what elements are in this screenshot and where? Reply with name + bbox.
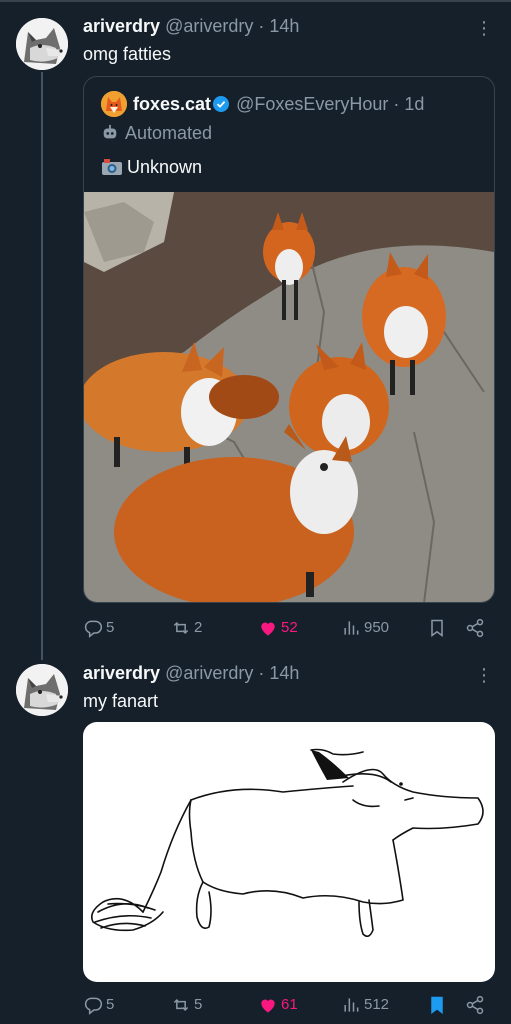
bookmark-button[interactable]: [427, 616, 450, 640]
views-count: 512: [364, 996, 390, 1013]
robot-icon: [103, 124, 117, 139]
tweet-text: omg fatties: [83, 44, 172, 64]
like-count: 61: [281, 996, 298, 1013]
verified-badge-icon: [213, 95, 230, 112]
tweet-text: my fanart: [83, 691, 159, 711]
more-vertical-icon: ⋮: [475, 18, 493, 38]
quoted-display-name[interactable]: foxes.cat: [133, 94, 211, 114]
more-options-button[interactable]: ⋮: [474, 18, 494, 38]
reply-icon: [84, 997, 103, 1015]
timestamp[interactable]: · 14h: [258, 16, 299, 36]
camera-emoji-icon: [101, 158, 123, 176]
wolf-avatar-icon: [16, 664, 68, 716]
share-icon: [466, 618, 484, 638]
share-button[interactable]: [465, 616, 488, 640]
like-count: 52: [281, 619, 298, 636]
automated-label: Automated: [101, 122, 212, 144]
bookmark-icon: [431, 996, 443, 1014]
thread-connector-line: [41, 72, 43, 660]
handle[interactable]: @ariverdry: [165, 16, 253, 36]
quoted-avatar[interactable]: [101, 91, 127, 117]
repost-count: 5: [194, 996, 203, 1013]
share-button[interactable]: [465, 993, 488, 1017]
more-vertical-icon: ⋮: [475, 665, 493, 685]
reply-count: 5: [106, 996, 115, 1013]
quoted-text-content: Unknown: [127, 157, 203, 177]
display-name[interactable]: ariverdry: [83, 16, 160, 36]
fanart-image[interactable]: [83, 722, 495, 982]
share-icon: [466, 995, 484, 1015]
views-icon: [344, 998, 359, 1012]
quoted-text: Unknown: [101, 156, 202, 178]
fox-avatar-icon: [101, 91, 127, 117]
tweet-header: ariverdry @ariverdry · 14h: [83, 662, 299, 684]
bookmark-button[interactable]: [427, 993, 450, 1017]
like-button[interactable]: 52: [258, 616, 298, 640]
display-name[interactable]: ariverdry: [83, 663, 160, 683]
reply-count: 5: [106, 619, 115, 636]
reply-button[interactable]: 5: [83, 616, 114, 640]
more-options-button[interactable]: ⋮: [474, 665, 494, 685]
quoted-tweet[interactable]: foxes.cat @FoxesEveryHour · 1d Automated…: [83, 76, 495, 603]
quoted-handle[interactable]: @FoxesEveryHour: [236, 94, 388, 114]
bookmark-icon: [431, 619, 443, 637]
repost-count: 2: [194, 619, 203, 636]
like-button[interactable]: 61: [258, 993, 298, 1017]
tweet-actions: 5 2 52 950: [83, 616, 495, 640]
heart-icon: [261, 999, 275, 1013]
tweet-actions: 5 5 61 512: [83, 993, 495, 1017]
quoted-header: foxes.cat @FoxesEveryHour · 1d: [133, 93, 424, 115]
reply-icon: [84, 620, 103, 638]
repost-button[interactable]: 2: [171, 616, 202, 640]
top-divider: [0, 0, 511, 2]
fox-drawing: [90, 748, 484, 938]
wolf-avatar-icon: [16, 18, 68, 70]
repost-icon: [173, 621, 189, 635]
views-icon: [344, 621, 359, 635]
automated-text: Automated: [125, 123, 213, 143]
repost-icon: [173, 998, 189, 1012]
avatar[interactable]: [16, 664, 68, 716]
foxes-image: [84, 192, 494, 602]
heart-icon: [261, 622, 275, 636]
fox-photo[interactable]: [84, 192, 494, 602]
timestamp[interactable]: · 14h: [258, 663, 299, 683]
tweet-header: ariverdry @ariverdry · 14h: [83, 15, 299, 37]
views-button[interactable]: 512: [341, 993, 389, 1017]
quoted-timestamp[interactable]: · 1d: [393, 94, 424, 114]
avatar[interactable]: [16, 18, 68, 70]
repost-button[interactable]: 5: [171, 993, 202, 1017]
views-count: 950: [364, 619, 390, 636]
reply-button[interactable]: 5: [83, 993, 114, 1017]
views-button[interactable]: 950: [341, 616, 389, 640]
handle[interactable]: @ariverdry: [165, 663, 253, 683]
